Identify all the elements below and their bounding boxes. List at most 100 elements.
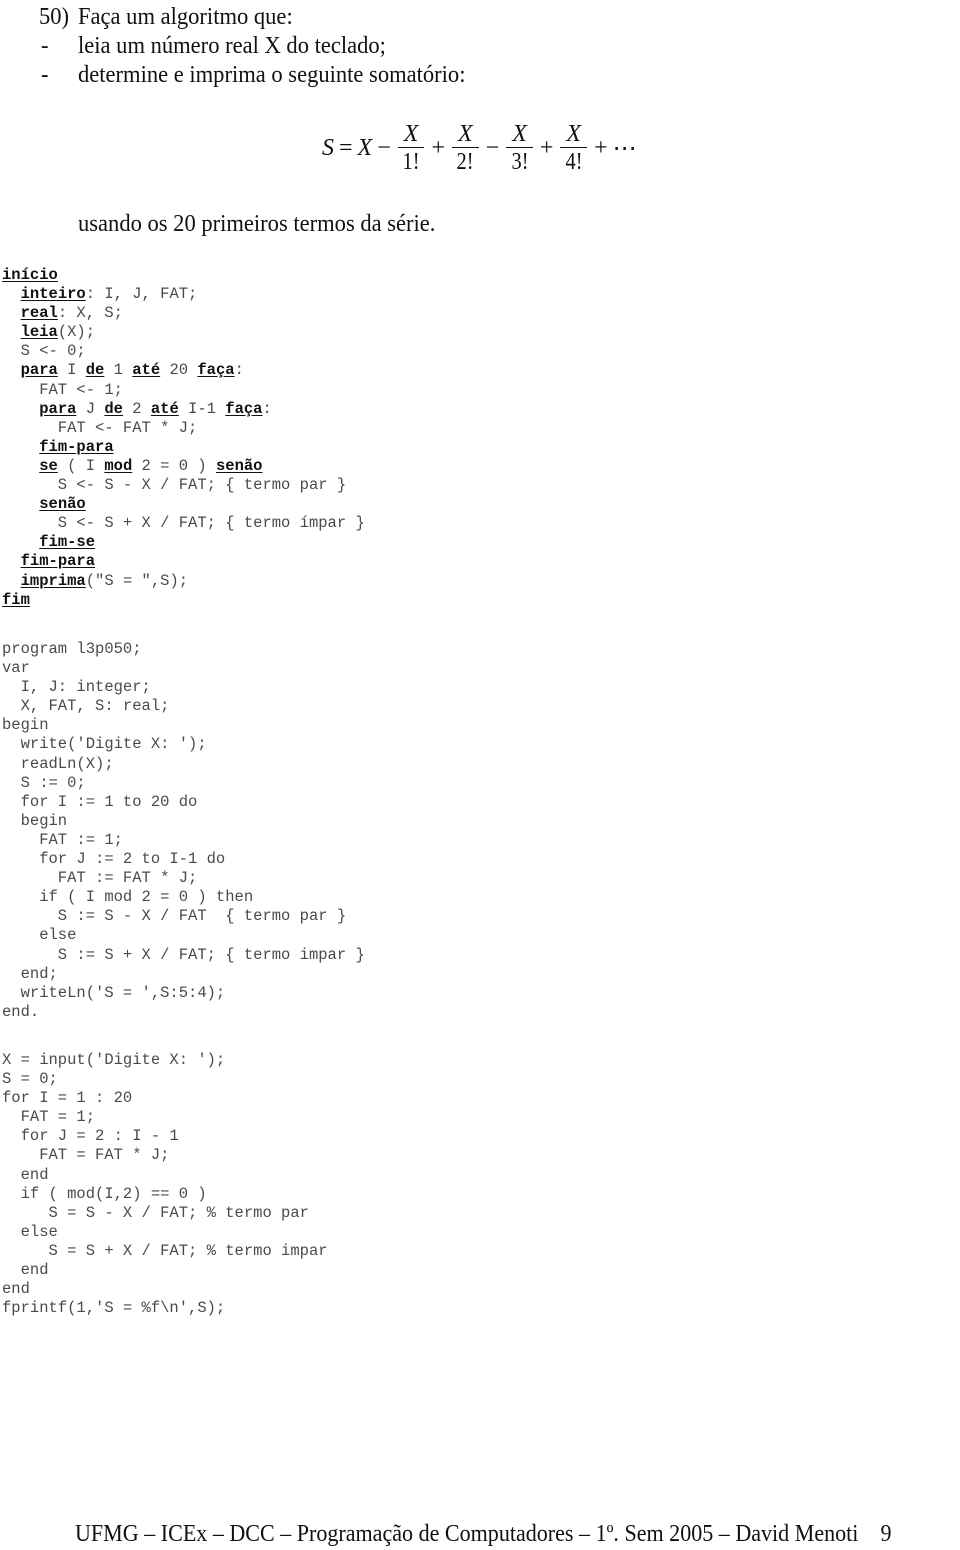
code-line: fim [2, 591, 365, 610]
code-keyword: mod [104, 456, 133, 475]
code-line: var [2, 659, 30, 678]
fraction-denominator: 4! [565, 148, 583, 175]
code-line: for I = 1 : 20 [2, 1089, 133, 1108]
code-text: : [234, 361, 244, 380]
code-text: ( I [57, 456, 105, 475]
code-line: senão [2, 495, 365, 514]
code-keyword: faça [225, 399, 263, 418]
code-text: I-1 [178, 399, 226, 418]
fraction-denominator: 1! [402, 148, 420, 175]
code-text: S <- S - X / FAT; { termo par } [2, 476, 347, 495]
pseudocode-block: início inteiro: I, J, FAT; real: X, S; l… [2, 266, 365, 610]
formula-operator: − [377, 134, 391, 161]
formula-operator: + [594, 134, 608, 161]
matlab-code-block: X = input('Digite X: '); S = 0; for I = 1 … [2, 1051, 328, 1318]
code-line: end [2, 1261, 49, 1280]
code-keyword: fim-se [39, 533, 96, 552]
code-keyword: leia [20, 323, 58, 342]
page-footer: UFMG – ICEx – DCC – Programação de Compu… [75, 1520, 892, 1547]
exercise-title: Faça um algoritmo que: [78, 3, 293, 30]
formula-lhs: S [322, 134, 334, 161]
code-line: else [2, 1222, 58, 1241]
code-line: FAT := FAT * J; [2, 869, 198, 888]
code-text: ("S = ",S); [85, 571, 189, 590]
code-line: para I de 1 até 20 faça: [2, 361, 365, 380]
code-line: S := S - X / FAT { termo par } [2, 907, 347, 926]
code-line: X, FAT, S: real; [2, 697, 170, 716]
formula-equals: = [339, 134, 353, 161]
formula-operator: + [431, 134, 445, 161]
code-keyword: início [2, 266, 58, 284]
code-line: S = S - X / FAT; % termo par [2, 1203, 309, 1222]
list-item: determine e imprima o seguinte somatório… [78, 61, 466, 88]
exercise-number: 50) [39, 3, 70, 30]
code-line: I, J: integer; [2, 678, 151, 697]
code-line: S := 0; [2, 773, 86, 792]
code-line: inteiro: I, J, FAT; [2, 285, 365, 304]
code-line: end. [2, 1002, 40, 1021]
fraction-numerator: X [457, 120, 473, 147]
fraction-denominator: 3! [511, 148, 529, 175]
code-line: fim-para [2, 552, 365, 571]
code-line: begin [2, 716, 49, 735]
code-keyword: até [132, 361, 161, 380]
code-line: S = S + X / FAT; % termo impar [2, 1241, 328, 1260]
code-text: FAT <- FAT * J; [2, 418, 198, 437]
code-line: if ( I mod 2 = 0 ) then [2, 888, 254, 907]
code-text: S <- 0; [2, 342, 86, 361]
code-line: S <- 0; [2, 342, 365, 361]
fraction-numerator: X [512, 120, 527, 147]
code-keyword: inteiro [20, 285, 86, 304]
code-line: FAT <- 1; [2, 381, 365, 400]
code-line: fim-se [2, 533, 365, 552]
formula-operator: − [485, 134, 500, 161]
code-text: (X); [57, 323, 96, 342]
code-line: FAT := 1; [2, 830, 123, 849]
formula-fraction: X 2! [451, 120, 479, 176]
code-line: para J de 2 até I-1 faça: [2, 400, 365, 419]
code-line: FAT = 1; [2, 1108, 96, 1127]
formula-fraction: X 4! [560, 120, 588, 176]
code-keyword: fim-para [39, 437, 114, 456]
formula-first-term: X [357, 134, 373, 161]
code-keyword: imprima [20, 571, 86, 590]
code-line: S := S + X / FAT; { termo impar } [2, 945, 365, 964]
code-keyword: para [20, 361, 58, 380]
code-text: 2 [122, 399, 151, 418]
code-line: begin [2, 811, 68, 830]
code-text: 2 = 0 ) [132, 456, 216, 475]
code-line: S = 0; [2, 1070, 58, 1089]
code-line: início [2, 266, 365, 285]
code-line: leia(X); [2, 323, 365, 342]
fraction-numerator: X [566, 120, 582, 147]
code-keyword: senão [39, 495, 86, 514]
code-keyword: se [39, 456, 58, 475]
code-line: real: X, S; [2, 304, 365, 323]
code-keyword: fim-para [20, 552, 96, 571]
formula-operator: + [539, 134, 554, 161]
list-bullet: - [41, 61, 49, 88]
list-item: leia um número real X do teclado; [78, 32, 386, 59]
code-keyword: de [104, 399, 123, 418]
list-bullet: - [41, 32, 49, 59]
fraction-denominator: 2! [456, 148, 474, 175]
code-line: FAT <- FAT * J; [2, 419, 365, 438]
code-text: 20 [160, 361, 198, 380]
code-keyword: real [20, 304, 58, 323]
code-text: : I, J, FAT; [85, 285, 198, 304]
code-line: imprima("S = ",S); [2, 572, 365, 591]
code-text: : X, S; [57, 304, 123, 323]
code-line: end [2, 1280, 30, 1299]
code-line: end [2, 1165, 49, 1184]
code-line: X = input('Digite X: '); [2, 1051, 226, 1069]
code-line: fim-para [2, 438, 365, 457]
pascal-code-block: program l3p050; var I, J: integer; X, FAT… [2, 640, 365, 1022]
